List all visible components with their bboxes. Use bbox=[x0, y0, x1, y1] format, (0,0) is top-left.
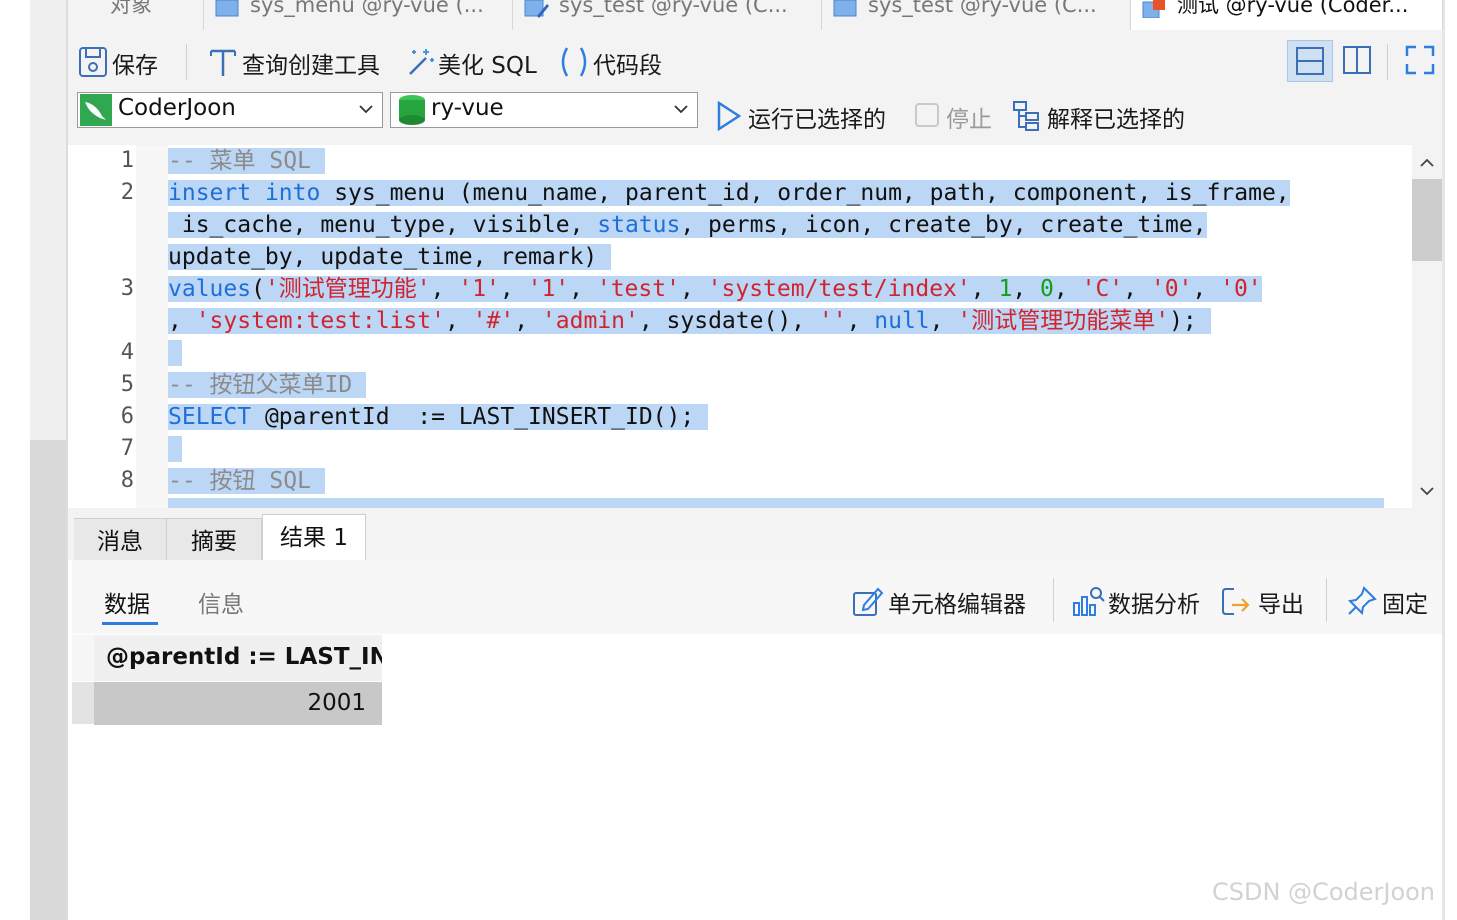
tab-bar: 对象 sys_menu @ry-vue (... sys_test @ry-vu… bbox=[68, 0, 1443, 30]
code-line-1: -- 菜单 SQL bbox=[168, 146, 325, 176]
right-edge bbox=[1442, 0, 1445, 920]
code-line-3-wrap-1: , 'system:test:list', '#', 'admin', sysd… bbox=[168, 306, 1211, 336]
code-snippet-button[interactable]: 代码段 bbox=[558, 46, 678, 79]
query-builder-icon bbox=[210, 49, 236, 76]
explain-plan-icon bbox=[1013, 101, 1039, 131]
fullscreen-button[interactable] bbox=[1401, 40, 1439, 82]
magic-wand-icon bbox=[409, 49, 434, 75]
tab-result-1[interactable]: 结果 1 bbox=[262, 514, 366, 561]
analysis-chart-icon bbox=[1073, 587, 1105, 616]
code-line-2: insert into sys_menu (menu_name, parent_… bbox=[168, 180, 1290, 206]
pin-icon bbox=[1347, 586, 1377, 616]
tab-label: sys_test @ry-vue (C... bbox=[559, 0, 788, 17]
layout-split-horizontal-button[interactable] bbox=[1287, 40, 1333, 82]
edit-cell-icon bbox=[853, 587, 884, 616]
tab-sys-test-1[interactable]: sys_test @ry-vue (C... bbox=[513, 0, 822, 30]
line-number: 3 bbox=[120, 276, 134, 301]
data-analysis-button[interactable]: 数据分析 bbox=[1072, 585, 1208, 618]
tab-sys-test-2[interactable]: sys_test @ry-vue (C... bbox=[822, 0, 1131, 30]
sql-editor[interactable]: 1 2 3 4 5 6 7 8 -- 菜单 SQL insert into sy… bbox=[68, 145, 1412, 508]
code-line-6: SELECT @parentId := LAST_INSERT_ID(); bbox=[168, 402, 709, 432]
query-icon bbox=[1141, 0, 1167, 19]
toolbar-separator bbox=[186, 44, 187, 80]
tab-sys-menu[interactable]: sys_menu @ry-vue (... bbox=[204, 0, 513, 30]
code-line-2-wrap-2: update_by, update_time, remark) bbox=[168, 242, 612, 272]
split-horizontal-icon bbox=[1296, 47, 1324, 75]
query-window: 对象 sys_menu @ry-vue (... sys_test @ry-vu… bbox=[68, 0, 1443, 920]
code-line-2-wrap-1: is_cache, menu_type, visible, status, pe… bbox=[168, 212, 1207, 238]
code-line-5: -- 按钮父菜单ID bbox=[168, 370, 367, 400]
line-number: 1 bbox=[120, 148, 134, 173]
scroll-down-icon[interactable] bbox=[1412, 481, 1442, 501]
split-vertical-icon bbox=[1343, 46, 1371, 74]
save-button[interactable]: 保存 bbox=[78, 46, 168, 79]
code-line-3: values('测试管理功能', '1', '1', 'test', 'syst… bbox=[168, 276, 1262, 302]
tab-label: sys_menu @ry-vue (... bbox=[250, 0, 484, 17]
tab-objects[interactable]: 对象 bbox=[68, 0, 204, 30]
line-number: 8 bbox=[120, 468, 134, 493]
tab-label: sys_test @ry-vue (C... bbox=[868, 0, 1097, 17]
line-number: 2 bbox=[120, 180, 134, 205]
export-icon bbox=[1222, 588, 1250, 615]
line-number: 5 bbox=[120, 372, 134, 397]
table-edit-icon bbox=[523, 0, 549, 18]
table-query-icon bbox=[832, 0, 858, 18]
code-line-7 bbox=[168, 434, 182, 464]
fold-gutter bbox=[136, 145, 168, 508]
toolbar-separator bbox=[1053, 578, 1054, 622]
navigator-pane-lower bbox=[30, 440, 66, 920]
layout-split-vertical-button[interactable] bbox=[1336, 40, 1378, 82]
export-button[interactable]: 导出 bbox=[1220, 585, 1310, 618]
scrollbar-thumb[interactable] bbox=[1412, 179, 1442, 261]
beautify-sql-button[interactable]: 美化 SQL bbox=[404, 46, 549, 79]
code-line-4 bbox=[168, 338, 182, 368]
subtab-data[interactable]: 数据 bbox=[104, 585, 150, 619]
left-edge bbox=[0, 0, 30, 920]
cell-editor-button[interactable]: 单元格编辑器 bbox=[852, 585, 1032, 618]
table-query-icon bbox=[214, 0, 240, 18]
parentheses-icon bbox=[561, 47, 587, 77]
database-icon bbox=[399, 95, 425, 125]
row-header[interactable] bbox=[72, 682, 94, 724]
play-icon bbox=[717, 100, 742, 132]
save-icon bbox=[79, 47, 107, 77]
pin-button[interactable]: 固定 bbox=[1346, 585, 1436, 618]
result-cell[interactable]: 2001 bbox=[94, 682, 382, 725]
editor-scrollbar[interactable] bbox=[1412, 145, 1442, 508]
tab-summary[interactable]: 摘要 bbox=[167, 518, 262, 561]
database-select[interactable]: ry-vue bbox=[390, 92, 698, 128]
chevron-down-icon bbox=[359, 105, 373, 114]
tab-label: 对象 bbox=[110, 0, 152, 17]
mysql-dolphin-icon bbox=[80, 94, 112, 126]
line-number: 4 bbox=[120, 340, 134, 365]
chevron-down-icon bbox=[674, 105, 688, 114]
toolbar-separator bbox=[1326, 578, 1327, 622]
subtab-info[interactable]: 信息 bbox=[198, 585, 244, 619]
scroll-up-icon[interactable] bbox=[1412, 153, 1442, 173]
explain-selected-button[interactable]: 解释已选择的 bbox=[1012, 100, 1202, 133]
fullscreen-icon bbox=[1405, 45, 1435, 75]
database-value: ry-vue bbox=[431, 95, 504, 121]
connection-value: CoderJoon bbox=[118, 95, 236, 121]
run-selected-button[interactable]: 运行已选择的 bbox=[714, 100, 904, 133]
line-number: 7 bbox=[120, 436, 134, 461]
selection-overflow bbox=[168, 498, 1384, 508]
query-builder-button[interactable]: 查询创建工具 bbox=[208, 46, 388, 79]
watermark: CSDN @CoderJoon bbox=[1212, 878, 1436, 906]
tab-test-query[interactable]: 测试 @ry-vue (Coder... bbox=[1131, 0, 1443, 30]
connection-select[interactable]: CoderJoon bbox=[77, 92, 383, 128]
tab-messages[interactable]: 消息 bbox=[74, 518, 167, 561]
grid-corner bbox=[72, 635, 94, 681]
line-number: 6 bbox=[120, 404, 134, 429]
toolbar-separator bbox=[1387, 44, 1388, 80]
code-line-8: -- 按钮 SQL bbox=[168, 466, 325, 496]
tab-label: 测试 @ry-vue (Coder... bbox=[1177, 0, 1409, 17]
column-header[interactable]: @parentId := LAST_IN bbox=[94, 635, 382, 681]
stop-icon bbox=[915, 103, 939, 127]
subtab-active-indicator bbox=[102, 622, 158, 625]
stop-button[interactable]: 停止 bbox=[914, 100, 1004, 133]
